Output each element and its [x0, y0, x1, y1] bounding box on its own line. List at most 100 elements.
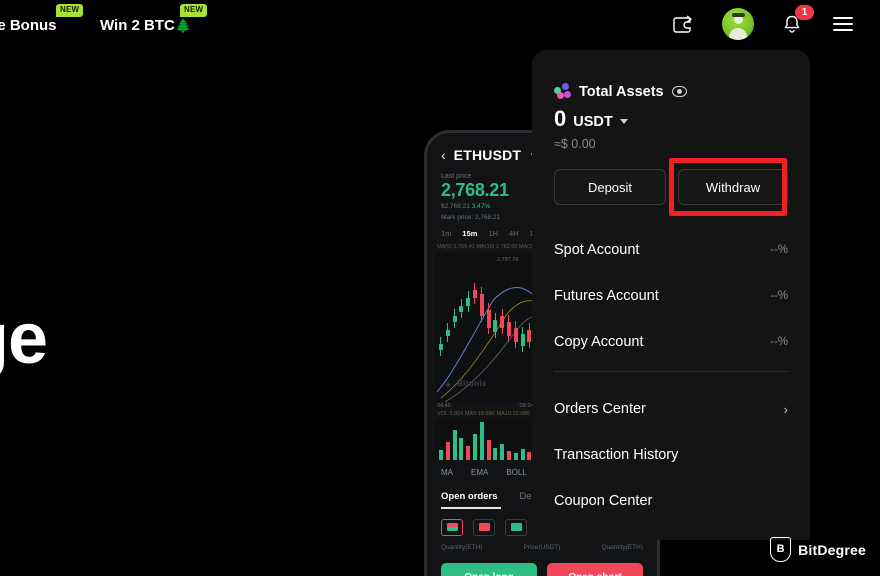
avatar-body	[729, 28, 747, 40]
menu-item-coupon-center[interactable]: Coupon Center	[554, 478, 788, 524]
candle-body	[472, 289, 477, 298]
menu-item-label: Orders Center	[554, 401, 646, 417]
account-list: Spot Account --% Futures Account --% Cop…	[532, 205, 810, 365]
account-name: Copy Account	[554, 334, 644, 350]
screenshot-root: nge me Bonus NEW Win 2 BTC 🌲 NEW	[0, 0, 880, 576]
dot-violet	[564, 91, 571, 98]
eye-icon[interactable]	[671, 86, 687, 97]
timeframe-1h[interactable]: 1H	[488, 229, 498, 238]
user-avatar[interactable]	[722, 8, 754, 40]
volume-bar	[506, 450, 511, 460]
wallet-icon[interactable]	[671, 11, 697, 37]
chart-high-label: 2,797.70	[497, 256, 519, 263]
candle-body	[500, 315, 505, 328]
chip-bids-only[interactable]	[505, 518, 527, 536]
eye-pupil	[676, 89, 682, 94]
withdraw-button[interactable]: Withdraw	[678, 169, 788, 205]
indicator-ema[interactable]: EMA	[471, 468, 488, 477]
open-short-button[interactable]: Open short	[547, 562, 643, 576]
volume-bar	[520, 448, 525, 460]
x-label-0: 04:45	[437, 402, 451, 409]
top-navigation-bar: me Bonus NEW Win 2 BTC 🌲 NEW	[0, 0, 880, 48]
candle-body	[486, 309, 491, 328]
volume-bar	[500, 443, 505, 460]
back-arrow-icon[interactable]: ‹	[441, 147, 446, 163]
bitdegree-brand-name: BitDegree	[798, 541, 866, 558]
chip-asks-only[interactable]	[473, 518, 495, 536]
open-long-button[interactable]: Open long	[441, 562, 537, 576]
volume-bar	[493, 447, 498, 460]
candle-body	[506, 321, 511, 336]
candle-body	[459, 305, 464, 312]
volume-bar	[459, 437, 464, 460]
asset-approx-value: ≈$ 0.00	[554, 137, 596, 151]
dot-pink	[557, 92, 564, 99]
account-value: --%	[770, 290, 788, 302]
bitdegree-shield-logo-icon: B	[770, 537, 792, 562]
volume-bar	[452, 429, 457, 460]
burger-line	[833, 29, 853, 31]
chip-both-sides[interactable]	[441, 518, 463, 536]
volume-bar	[486, 439, 491, 460]
volume-bar	[479, 421, 484, 460]
account-name: Futures Account	[554, 288, 659, 304]
total-assets-amount-row: 0 USDT	[532, 100, 810, 130]
volume-bar	[527, 451, 532, 460]
chip-glyph	[478, 523, 490, 531]
candle-body	[445, 329, 450, 336]
volume-bar	[513, 452, 518, 460]
col-price: Price(USDT)	[523, 543, 561, 551]
total-assets-header: Total Assets	[532, 50, 810, 100]
trading-pair-label[interactable]: ETHUSDT	[454, 147, 522, 163]
timeframe-15m[interactable]: 15m	[462, 229, 477, 238]
price-change-pct: 3.47%	[471, 203, 491, 210]
dot-purple	[562, 83, 569, 90]
volume-bar	[438, 449, 443, 460]
candle-body	[466, 297, 471, 306]
indicator-boll[interactable]: BOLL	[506, 468, 526, 477]
hamburger-menu-icon[interactable]	[830, 11, 856, 37]
timeframe-4h[interactable]: 4H	[509, 229, 519, 238]
total-assets-label: Total Assets	[579, 83, 664, 100]
avatar-cap	[731, 13, 745, 17]
promo-link-bonus[interactable]: me Bonus	[0, 17, 57, 34]
assets-dots-icon	[554, 83, 571, 100]
menu-item-transaction-history[interactable]: Transaction History	[554, 432, 788, 478]
new-badge-win-btc: NEW	[180, 4, 208, 17]
burger-line	[833, 23, 853, 25]
hero-headline: nge	[0, 299, 48, 379]
chip-glyph	[446, 523, 458, 531]
deposit-button[interactable]: Deposit	[554, 169, 666, 205]
asset-currency[interactable]: USDT	[573, 114, 612, 130]
withdraw-button-wrapper: Withdraw	[669, 158, 788, 216]
candle-body	[438, 343, 443, 350]
timeframe-1m[interactable]: 1m	[441, 229, 451, 238]
trade-action-buttons: Open long Open short	[427, 551, 657, 576]
deposit-withdraw-row: Deposit Withdraw	[532, 151, 810, 216]
account-value: --%	[770, 244, 788, 256]
indicator-ma[interactable]: MA	[441, 468, 453, 477]
candle-body	[527, 329, 532, 342]
candle-body	[479, 293, 484, 316]
volume-bar	[472, 433, 477, 460]
candle-body	[452, 315, 457, 322]
burger-line	[833, 17, 853, 19]
menu-item-orders-center[interactable]: Orders Center ›	[554, 386, 788, 432]
account-row-copy[interactable]: Copy Account --%	[554, 319, 788, 365]
candle-body	[513, 327, 518, 342]
col-quantity-right: Quantity(ETH)	[601, 543, 643, 551]
account-row-futures[interactable]: Futures Account --%	[554, 273, 788, 319]
candle-body	[520, 333, 525, 346]
usd-price: $2,768.21	[441, 203, 470, 210]
promo-link-win-btc[interactable]: Win 2 BTC	[100, 17, 175, 34]
notification-bell-icon[interactable]: 1	[779, 5, 814, 37]
menu-item-label: Coupon Center	[554, 493, 653, 509]
currency-chevron-down-icon[interactable]	[619, 119, 628, 124]
account-row-spot[interactable]: Spot Account --%	[554, 227, 788, 273]
logo-letter: B	[776, 543, 785, 555]
account-dropdown-panel: Total Assets 0 USDT ≈$ 0.00 Deposit With…	[532, 50, 810, 540]
notification-count-badge: 1	[795, 5, 814, 20]
tab-open-orders[interactable]: Open orders	[441, 491, 498, 502]
candle-body	[493, 319, 498, 332]
volume-bar	[466, 445, 471, 460]
